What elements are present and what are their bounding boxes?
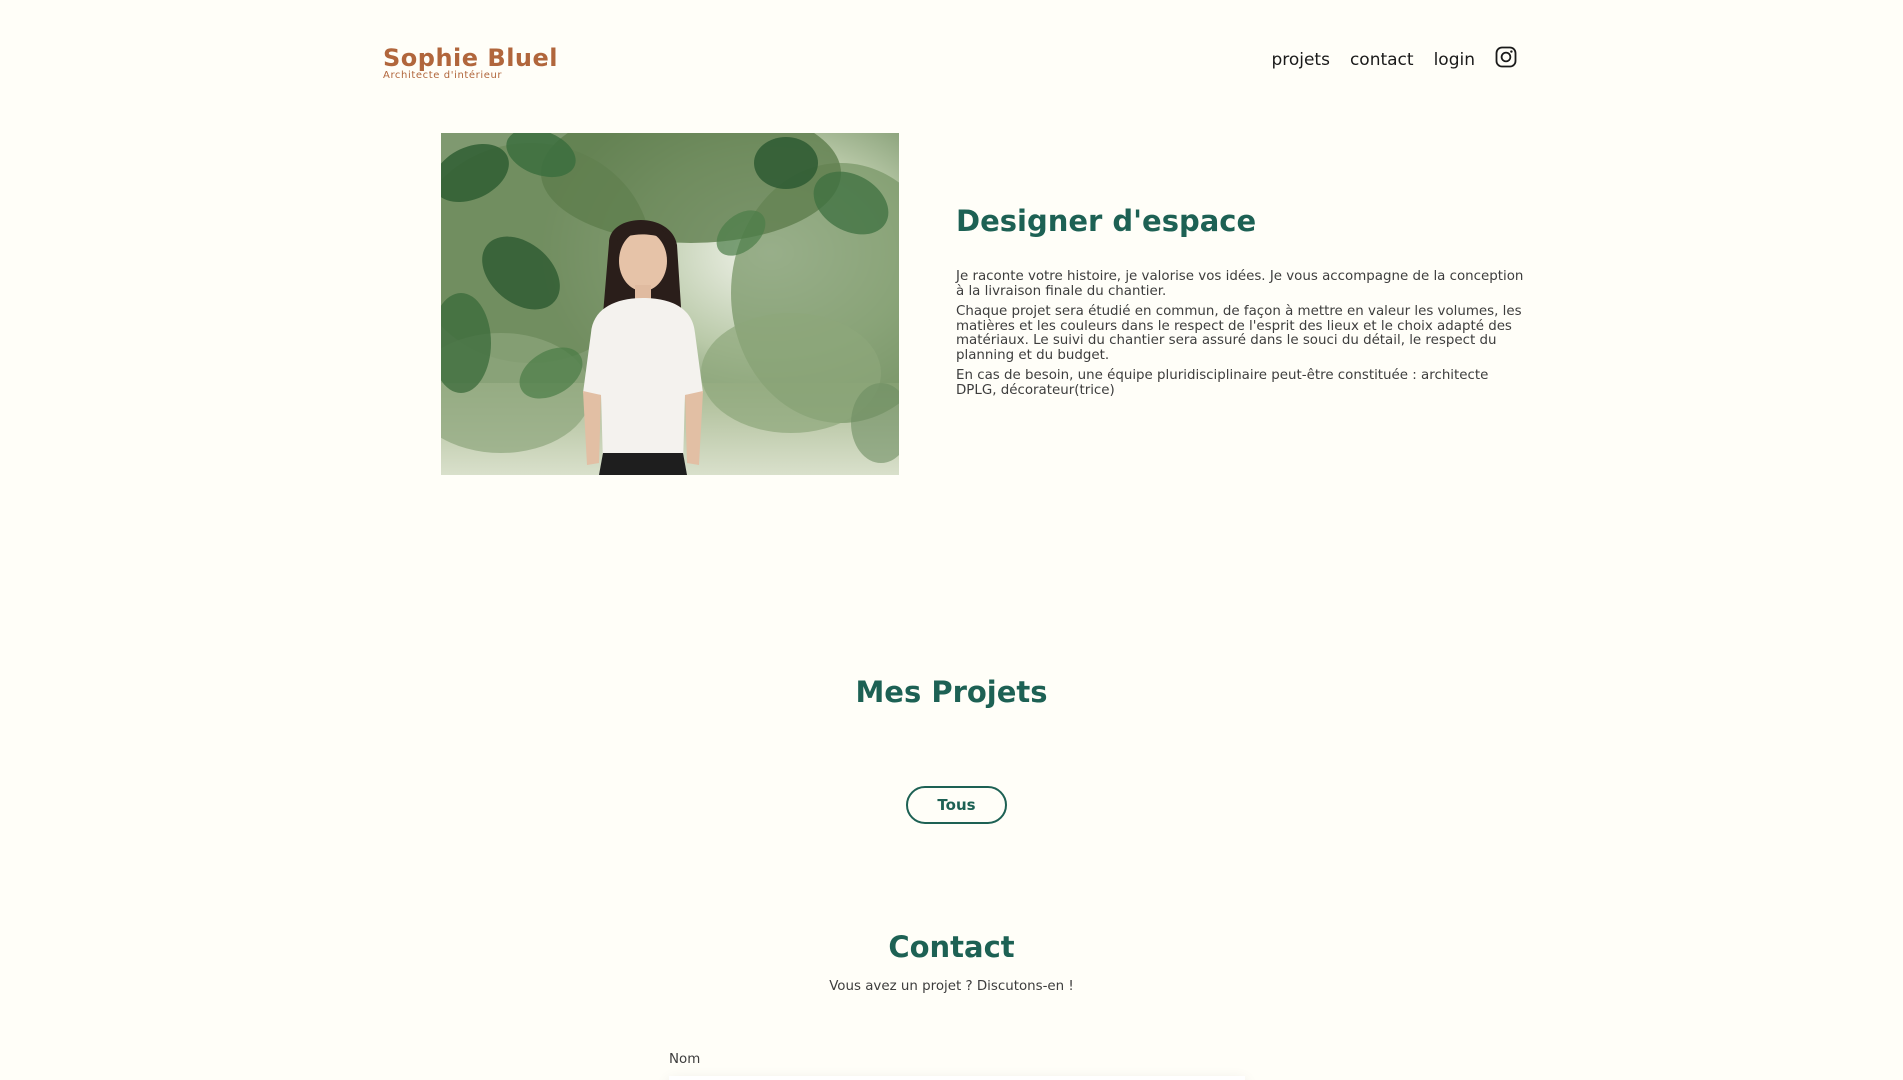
instagram-icon[interactable]: [1495, 46, 1517, 68]
logo[interactable]: Sophie Bluel Architecte d'intérieur: [383, 44, 558, 82]
contact-title: Contact: [888, 930, 1015, 964]
introduction-text: Designer d'espace Je raconte votre histo…: [956, 200, 1531, 404]
nav-link-projets[interactable]: projets: [1271, 48, 1330, 72]
page: Sophie Bluel Architecte d'intérieur proj…: [0, 0, 1903, 1080]
main-nav: projets contact login: [1271, 46, 1517, 72]
filter-all-button[interactable]: Tous: [906, 786, 1007, 824]
portfolio-title: Mes Projets: [855, 675, 1048, 709]
name-field[interactable]: [669, 1076, 1245, 1080]
introduction-paragraph: En cas de besoin, une équipe pluridiscip…: [956, 368, 1489, 398]
portrait-photo: [441, 133, 899, 475]
introduction-paragraph: Chaque projet sera étudié en commun, de …: [956, 304, 1522, 363]
nav-link-contact[interactable]: contact: [1350, 48, 1414, 72]
introduction-paragraph: Je raconte votre histoire, je valorise v…: [956, 269, 1524, 299]
name-label: Nom: [669, 1052, 701, 1067]
nav-link-login[interactable]: login: [1434, 48, 1475, 72]
contact-lead: Vous avez un projet ? Discutons-en !: [829, 979, 1074, 994]
logo-title: Sophie Bluel: [383, 44, 559, 72]
introduction-title: Designer d'espace: [956, 204, 1257, 238]
